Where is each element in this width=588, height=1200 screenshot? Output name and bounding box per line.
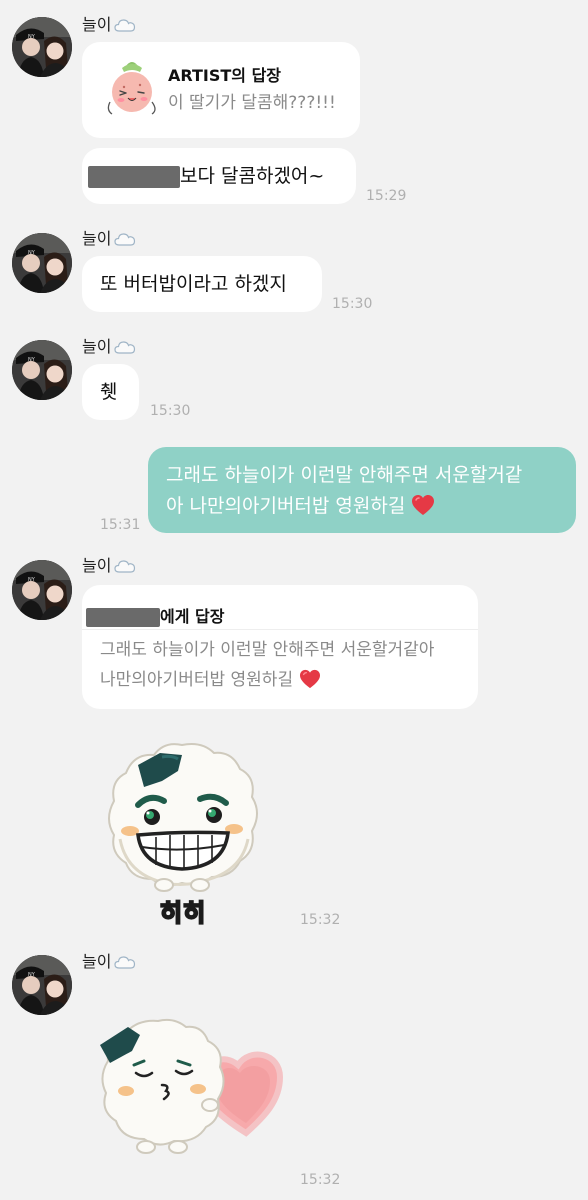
avatar[interactable]: [12, 955, 72, 1015]
reply-card[interactable]: ARTIST의 답장 이 딸기가 달콤해???!!!: [82, 42, 360, 138]
message-time: 15:32: [300, 912, 341, 928]
message-time: 15:31: [100, 517, 141, 533]
reply-title: 에게 답장: [86, 603, 224, 627]
message-line-1: 그래도 하늘이가 이런말 안해주면 서운할거같: [166, 464, 523, 486]
my-message-bubble[interactable]: 그래도 하늘이가 이런말 안해주면 서운할거같 아 나만의아기버터밥 영원하길: [148, 447, 576, 533]
cloud-icon: [114, 340, 136, 354]
reply-title-artist: ARTIST: [168, 66, 232, 85]
reply-title-suffix: 의 답장: [231, 66, 282, 85]
sender-name: 늘이: [82, 15, 136, 35]
reply-title: ARTIST의 답장: [168, 62, 281, 86]
reply-divider: [82, 629, 478, 630]
reply-quote: 이 딸기가 달콤해???!!!: [168, 93, 336, 113]
message-time: 15:29: [366, 188, 407, 204]
avatar[interactable]: [12, 560, 72, 620]
message-text: 보다 달콤하겠어~: [180, 165, 325, 187]
sender-name-text: 늘이: [82, 15, 112, 34]
cloud-icon: [114, 955, 136, 969]
rice-ball-kiss-heart-sticker[interactable]: [96, 1015, 286, 1165]
sender-name: 늘이: [82, 556, 136, 576]
avatar[interactable]: [12, 233, 72, 293]
message-text: 또 버터밥이라고 하겠지: [100, 273, 287, 295]
sender-name-text: 늘이: [82, 952, 112, 971]
sender-name: 늘이: [82, 229, 136, 249]
rice-ball-grin-sticker[interactable]: 히히: [102, 735, 262, 928]
message-time: 15:30: [150, 403, 191, 419]
sender-name-text: 늘이: [82, 556, 112, 575]
reply-title-suffix: 에게 답장: [160, 607, 225, 626]
reply-quote: 그래도 하늘이가 이런말 안해주면 서운할거같아 나만의아기버터밥 영원하길: [100, 635, 434, 699]
cloud-icon: [114, 559, 136, 573]
sticker-caption: 히히: [159, 898, 207, 928]
redaction-block: [88, 165, 180, 188]
message-time: 15:30: [332, 296, 373, 312]
cloud-icon: [114, 232, 136, 246]
reply-card[interactable]: 에게 답장 그래도 하늘이가 이런말 안해주면 서운할거같아 나만의아기버터밥 …: [82, 585, 478, 709]
heart-icon: [411, 494, 435, 526]
message-bubble[interactable]: 보다 달콤하겠어~: [82, 148, 356, 204]
message-bubble[interactable]: 또 버터밥이라고 하겠지: [82, 256, 322, 312]
sender-name: 늘이: [82, 952, 136, 972]
heart-icon: [299, 669, 321, 699]
sender-name-text: 늘이: [82, 337, 112, 356]
message-time: 15:32: [300, 1172, 341, 1188]
reply-quote-line-2: 나만의아기버터밥 영원하길: [100, 665, 434, 699]
reply-quote-line-1: 그래도 하늘이가 이런말 안해주면 서운할거같아: [100, 640, 435, 660]
cloud-icon: [114, 18, 136, 32]
redaction-block: [86, 608, 160, 627]
reply-quote-line-2-text: 나만의아기버터밥 영원하길: [100, 670, 294, 690]
message-text: 췟: [100, 381, 118, 403]
avatar[interactable]: [12, 340, 72, 400]
sender-name: 늘이: [82, 337, 136, 357]
avatar[interactable]: [12, 17, 72, 77]
message-bubble[interactable]: 췟: [82, 364, 139, 420]
message-line-2-text: 아 나만의아기버터밥 영원하길: [166, 495, 406, 517]
sender-name-text: 늘이: [82, 229, 112, 248]
message-line-2: 아 나만의아기버터밥 영원하길: [166, 491, 576, 526]
strawberry-icon: [104, 58, 160, 122]
